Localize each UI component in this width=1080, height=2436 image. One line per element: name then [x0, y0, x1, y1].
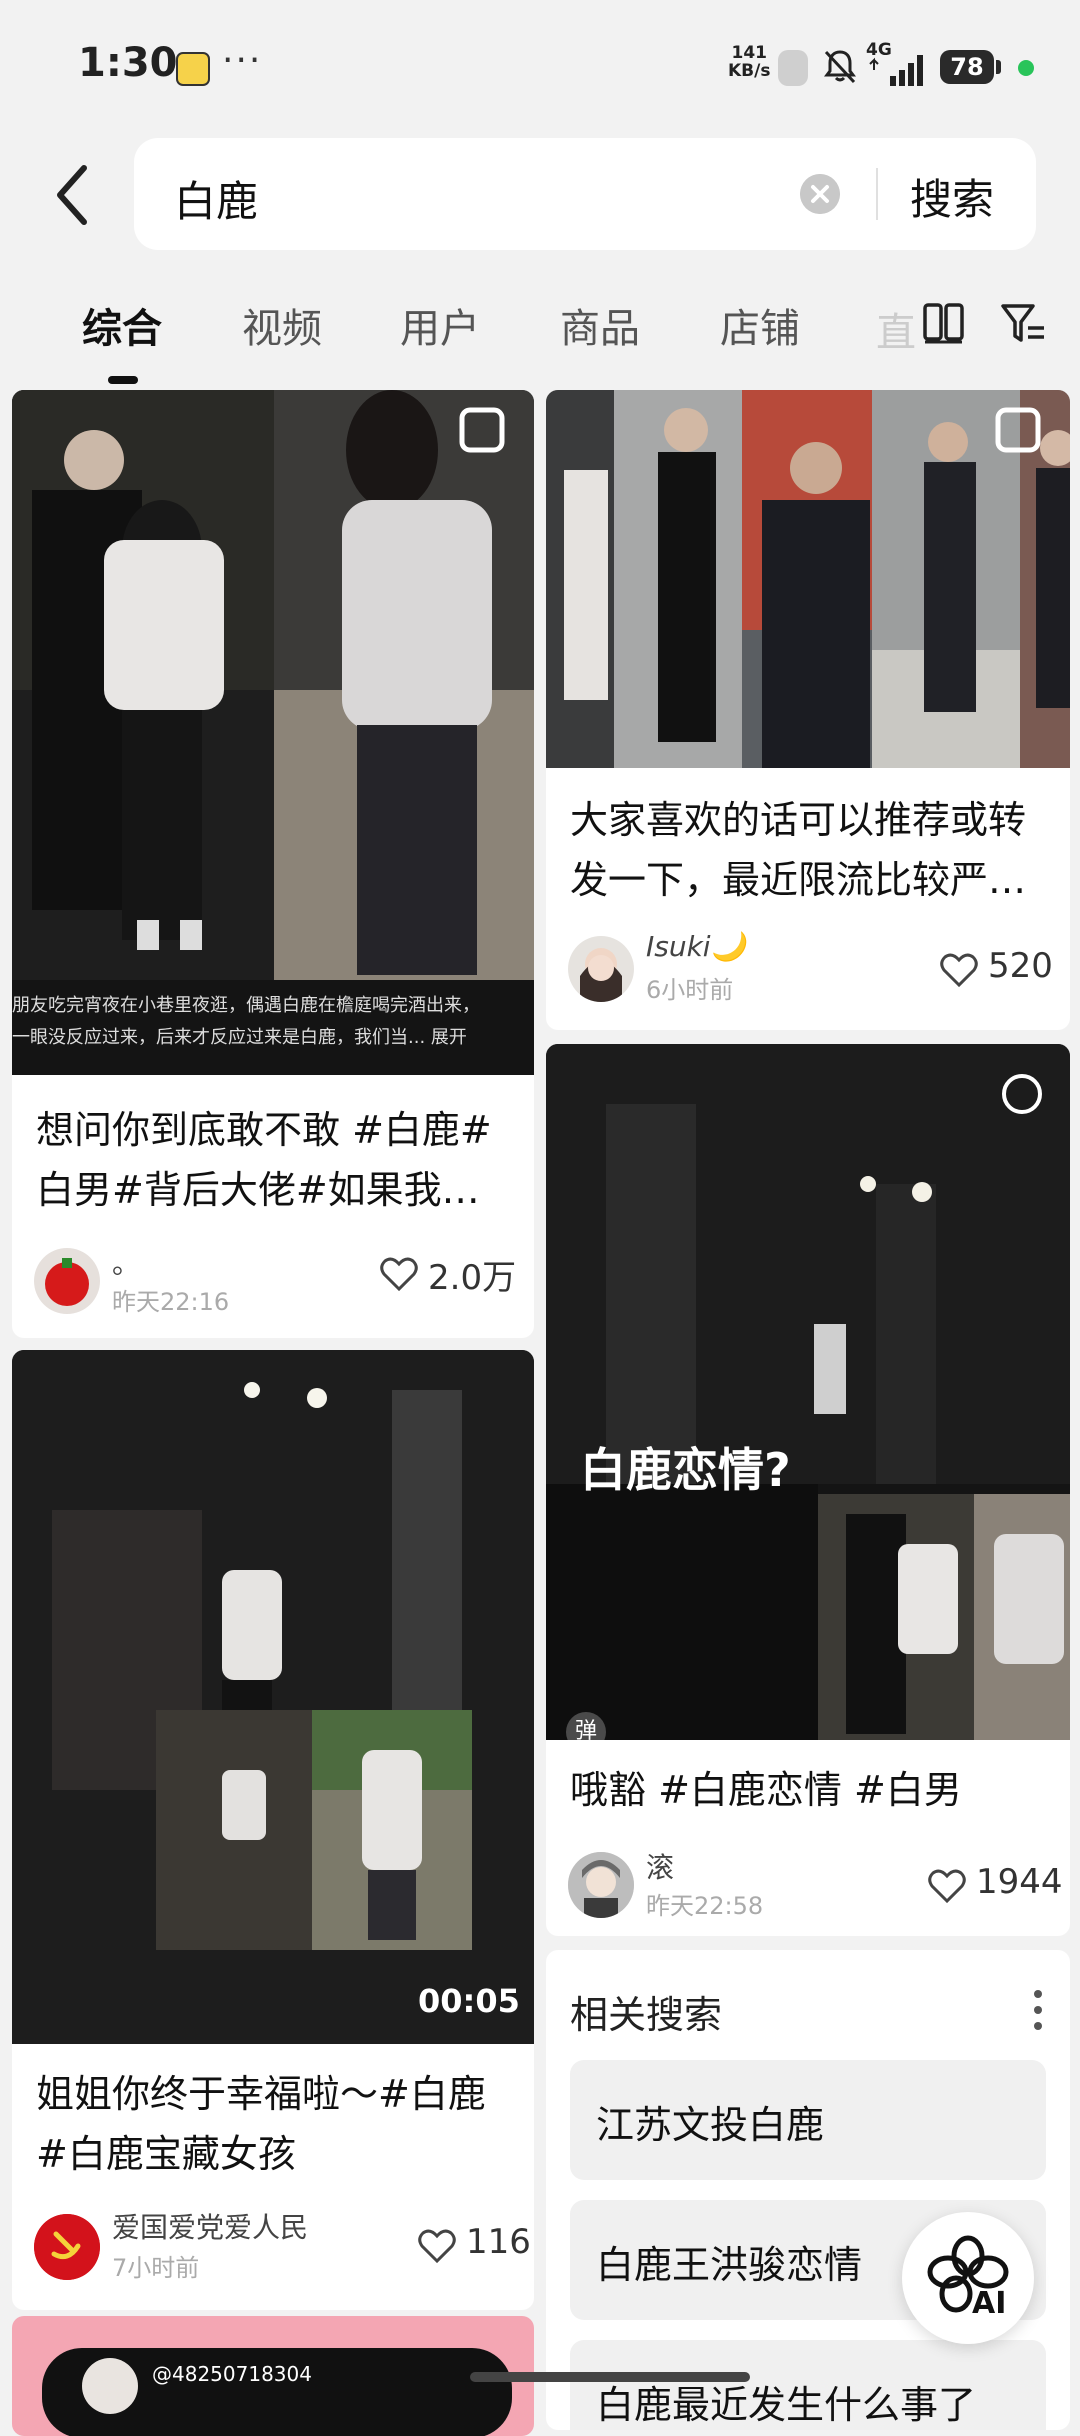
post-thumbnail[interactable]: [546, 390, 1070, 768]
heart-icon[interactable]: [380, 1256, 418, 1292]
post-card[interactable]: 00:05 姐姐你终于幸福啦～#白鹿 #白鹿宝藏女孩 爱国爱党爱人民 7小时前 …: [12, 1350, 534, 2310]
tab-users[interactable]: 用户: [400, 296, 480, 354]
avatar: [82, 2358, 138, 2414]
heart-icon[interactable]: [928, 1868, 966, 1904]
network-speed-unit: KB/s: [728, 61, 771, 81]
network-speed: 141 KB/s: [728, 44, 770, 80]
clear-icon[interactable]: [800, 174, 840, 214]
related-searches-panel: 相关搜索 江苏文投白鹿 白鹿王洪骏恋情 白鹿最近发生什么事了: [546, 1950, 1070, 2430]
video-overlay-text: 白鹿恋情?: [580, 1443, 791, 1497]
post-time: 6小时前: [646, 976, 734, 1004]
notification-icon: [176, 52, 210, 86]
post-title-line1: 想问你到底敢不敢 #白鹿#: [36, 1108, 492, 1152]
battery-icon: [996, 60, 1001, 74]
author-name[interactable]: 爱国爱党爱人民: [112, 2206, 308, 2246]
layout-toggle-icon[interactable]: [922, 302, 964, 344]
post-time: 昨天22:16: [112, 1288, 230, 1316]
home-indicator[interactable]: [470, 2372, 750, 2382]
avatar[interactable]: [34, 2214, 100, 2280]
post-title[interactable]: 大家喜欢的话可以推荐或转 发一下，最近限流比较严…: [570, 790, 1026, 910]
post-card[interactable]: @48250718304: [12, 2316, 534, 2436]
post-time: 昨天22:58: [646, 1892, 764, 1920]
post-card[interactable]: 白鹿恋情? 弹 哦豁 #白鹿恋情 #白男 滚 昨天22:58 1944: [546, 1044, 1070, 1936]
post-title-line2: 白男#背后大佬#如果我…: [36, 1168, 480, 1212]
author-name[interactable]: 。: [112, 1242, 140, 1282]
thumbnail-photo: [546, 1044, 1070, 1740]
heart-icon[interactable]: [940, 952, 978, 988]
avatar-image: [34, 2214, 100, 2280]
ai-assistant-button[interactable]: AI: [902, 2212, 1034, 2344]
more-options-icon[interactable]: [1032, 1988, 1044, 2032]
author-name[interactable]: 滚: [646, 1846, 674, 1886]
avatar[interactable]: [568, 936, 634, 1002]
related-search-item[interactable]: 江苏文投白鹿: [570, 2060, 1046, 2180]
like-count: 116: [466, 2222, 531, 2262]
related-search-item[interactable]: 白鹿最近发生什么事了: [570, 2340, 1046, 2430]
network-speed-value: 141: [731, 43, 767, 63]
post-title[interactable]: 哦豁 #白鹿恋情 #白男: [570, 1760, 962, 1820]
post-title-line2: #白鹿宝藏女孩: [36, 2132, 296, 2176]
search-input[interactable]: 白鹿 搜索: [134, 138, 1036, 250]
post-caption-line1: 朋友吃完宵夜在小巷里夜逛，偶遇白鹿在檐庭喝完酒出来，: [12, 995, 480, 1016]
post-title-line1: 哦豁 #白鹿恋情 #白男: [570, 1768, 962, 1812]
active-indicator-dot: [1018, 60, 1034, 76]
ai-label: AI: [972, 2286, 1007, 2321]
active-tab-indicator: [108, 376, 138, 384]
back-arrow-icon[interactable]: [50, 160, 100, 230]
search-query-text[interactable]: 白鹿: [174, 168, 258, 229]
avatar-image: [45, 1258, 89, 1306]
like-count: 520: [988, 946, 1053, 986]
search-divider: [876, 168, 878, 220]
related-search-label: 白鹿最近发生什么事了: [596, 2383, 977, 2427]
post-thumbnail[interactable]: 白鹿恋情? 弹: [546, 1044, 1070, 1740]
status-bar: 1:30 ··· 141 KB/s 4G 78: [0, 0, 1080, 130]
signal-icon: [869, 55, 923, 86]
related-search-label: 江苏文投白鹿: [596, 2103, 825, 2147]
post-title-line1: 大家喜欢的话可以推荐或转: [570, 798, 1027, 842]
tab-overflow[interactable]: 直: [876, 300, 916, 358]
more-notifications-icon: ···: [222, 40, 263, 81]
next-post-username: @48250718304: [152, 2362, 312, 2386]
search-button[interactable]: 搜索: [910, 166, 994, 227]
hidden-status-icon: [778, 50, 808, 86]
author-name[interactable]: Isuki🌙: [646, 930, 745, 963]
tab-comprehensive[interactable]: 综合: [82, 296, 162, 354]
like-count: 2.0万: [428, 1258, 517, 1298]
tab-video[interactable]: 视频: [242, 296, 322, 354]
post-time: 7小时前: [112, 2254, 200, 2282]
post-caption-line2: 一眼没反应过来，后来才反应过来是白鹿，我们当... 展开: [12, 1027, 467, 1048]
post-card[interactable]: 大家喜欢的话可以推荐或转 发一下，最近限流比较严… Isuki🌙 6小时前 52…: [546, 390, 1070, 1030]
post-card[interactable]: 朋友吃完宵夜在小巷里夜逛，偶遇白鹿在檐庭喝完酒出来， 一眼没反应过来，后来才反应…: [12, 390, 534, 1338]
avatar-image: [568, 1852, 634, 1918]
mute-bell-icon: [824, 50, 856, 84]
tab-products[interactable]: 商品: [560, 296, 640, 354]
avatar-image: [580, 948, 622, 1002]
avatar[interactable]: [568, 1852, 634, 1918]
thumbnail-photo: [546, 390, 1070, 768]
related-search-label: 白鹿王洪骏恋情: [596, 2243, 863, 2287]
tab-stores[interactable]: 店铺: [720, 296, 800, 354]
thumbnail-photo: [12, 1350, 534, 2044]
avatar[interactable]: [34, 1248, 100, 1314]
related-searches-title: 相关搜索: [570, 1993, 723, 2037]
post-title[interactable]: 想问你到底敢不敢 #白鹿# 白男#背后大佬#如果我…: [36, 1100, 492, 1220]
ai-flower-icon: [927, 2235, 1009, 2313]
video-duration: 00:05: [418, 1982, 520, 2020]
post-title-line2: 发一下，最近限流比较严…: [570, 858, 1027, 902]
post-title-line1: 姐姐你终于幸福啦～#白鹿: [36, 2072, 486, 2116]
post-caption: 朋友吃完宵夜在小巷里夜逛，偶遇白鹿在檐庭喝完酒出来， 一眼没反应过来，后来才反应…: [12, 990, 534, 1054]
post-title[interactable]: 姐姐你终于幸福啦～#白鹿 #白鹿宝藏女孩: [36, 2064, 486, 2184]
like-count: 1944: [976, 1862, 1063, 1902]
post-thumbnail[interactable]: 朋友吃完宵夜在小巷里夜逛，偶遇白鹿在檐庭喝完酒出来， 一眼没反应过来，后来才反应…: [12, 390, 534, 1075]
post-thumbnail[interactable]: @48250718304: [42, 2348, 512, 2436]
status-time: 1:30: [78, 40, 178, 86]
filter-icon[interactable]: [1000, 302, 1046, 344]
post-thumbnail[interactable]: 00:05: [12, 1350, 534, 2044]
battery-level: 78: [940, 50, 994, 84]
heart-icon[interactable]: [418, 2228, 456, 2264]
thumbnail-photo: [12, 390, 534, 1075]
